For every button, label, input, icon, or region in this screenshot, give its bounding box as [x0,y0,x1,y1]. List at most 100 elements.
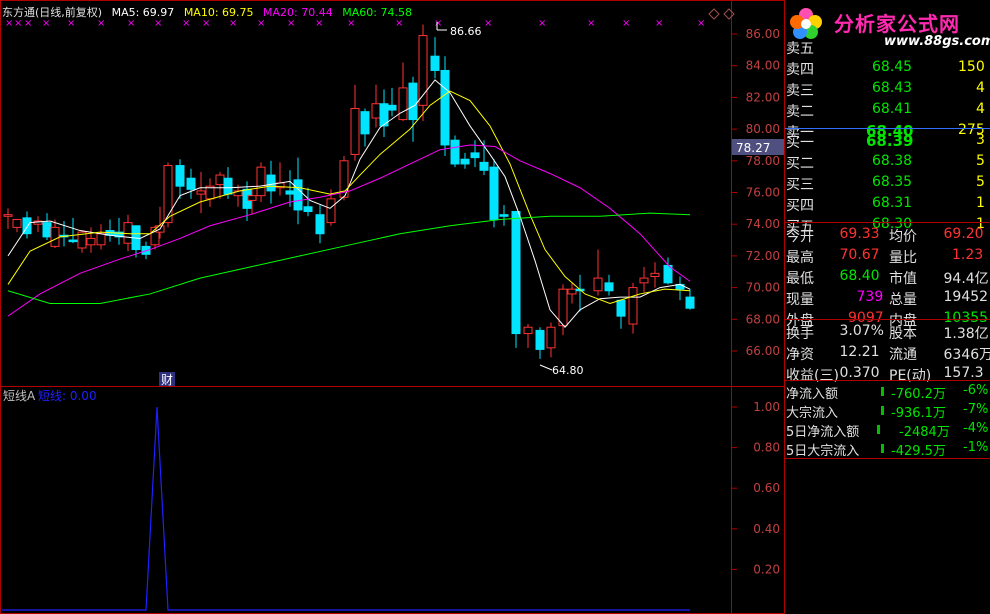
order-label: 卖三 [786,83,814,99]
candle-down [42,222,52,238]
candle-down [360,111,370,135]
candle-down [479,161,489,171]
candle-up [256,166,266,197]
quote-label: 总量 [889,292,917,308]
order-label: 买四 [786,198,814,214]
candle-up [50,226,60,247]
order-price: 68.38 [872,153,913,169]
candle-down [223,177,233,195]
ma-legend: 东方通(日线,前复权) MA5: 69.97 MA10: 69.75 MA20:… [2,4,418,20]
quote-label: 最低 [786,271,814,287]
buy-level-row[interactable]: 买三 68.35 5 [785,173,990,194]
indicator-title: 短线A [3,389,36,403]
order-label: 买一 [786,135,814,151]
order-price: 68.39 [866,132,914,150]
fundamental-label: 换手 [786,326,814,342]
flow-bar [881,444,884,453]
order-label: 卖五 [786,41,814,57]
sell-level-row[interactable]: 卖二 68.41 4 [785,100,990,121]
flow-bar [881,387,884,396]
fund-flow-row[interactable]: 5日净流入额 -2484万 -4% [785,420,990,440]
candle-down [175,165,185,187]
indicator-tick-label: 0.20 [753,562,780,576]
divider [785,458,990,459]
x-marker: × [484,18,492,29]
flow-value: -760.2万 [891,387,946,402]
candle-down [266,174,276,192]
quote-value: 19452 [943,289,989,305]
order-label: 买二 [786,156,814,172]
candle-down [315,214,325,235]
buy-level-row[interactable]: 买四 68.31 1 [785,194,990,215]
x-marker: × [655,18,663,29]
x-marker: × [697,18,705,29]
buy-level-row[interactable]: 买一 68.39 3 [785,131,990,152]
candle-down [460,158,470,165]
quote-value: 68.40 [839,268,880,284]
price-tick-label: 86.00 [746,27,780,41]
main-chart-frame [0,0,785,387]
fundamental-label: 净资 [786,347,814,363]
fundamental-value: 12.21 [839,344,880,360]
candle-down [604,282,614,292]
fund-flow-row[interactable]: 5日大宗流入 -429.5万 -1% [785,439,990,459]
sell-level-row[interactable]: 卖三 68.43 4 [785,79,990,100]
candle-up [12,218,22,228]
order-volume: 150 [958,59,985,75]
price-tick-label: 82.00 [746,90,780,104]
quote-label: 今开 [786,229,814,245]
candle-down [616,299,626,317]
ma10-line [7,90,691,304]
candle-up [650,272,660,278]
candle-up [86,237,96,246]
order-volume: 4 [976,80,985,96]
candle-up [371,103,381,119]
quote-label: 均价 [889,229,917,245]
flow-label: 5日净流入额 [786,425,860,440]
flow-percent: -7% [963,402,989,417]
quote-label: 现量 [786,292,814,308]
candle-down [535,329,545,350]
fundamental-row[interactable]: 净资 12.21 流通 6346万 [785,343,990,364]
fund-flow-row[interactable]: 大宗流入 -936.1万 -7% [785,401,990,421]
divider [785,319,990,320]
flow-value: -429.5万 [891,444,946,459]
candle-down [430,55,440,71]
indicator-tick-label: 1.00 [753,400,780,414]
low-price-label: 64.80 [552,364,584,377]
indicator-frame [0,386,785,614]
quote-value: 1.23 [952,247,984,263]
candle-up [196,190,206,195]
buy-level-row[interactable]: 买二 68.38 5 [785,152,990,173]
quote-label: 量比 [889,250,917,266]
quote-label: 最高 [786,250,814,266]
fundamental-value: 6346万 [943,347,990,363]
diamond-icon [708,8,720,20]
order-price: 68.35 [872,174,913,190]
candle-down [499,214,509,217]
quote-row[interactable]: 最低 68.40 市值 94.4亿 [785,267,990,288]
order-volume: 3 [976,132,985,148]
candle-up [96,233,106,246]
quote-row[interactable]: 现量 739 总量 19452 [785,288,990,309]
candle-down [408,82,418,121]
candle-up [593,277,603,292]
indicator-tick-label: 0.60 [753,481,780,495]
fundamental-value: 3.07% [839,323,884,339]
candle-down [685,296,695,309]
order-label: 卖四 [786,62,814,78]
candle-up [215,174,225,186]
candle-down [68,239,78,243]
sell-level-row[interactable]: 卖五 [785,37,990,58]
candle-down [450,139,460,165]
quote-row[interactable]: 最高 70.67 量比 1.23 [785,246,990,267]
fundamental-row[interactable]: 换手 3.07% 股本 1.38亿 [785,322,990,343]
candle-down [470,152,480,159]
sell-level-row[interactable]: 卖四 68.45 150 [785,58,990,79]
flow-value: -936.1万 [891,406,946,421]
price-tick-label: 84.00 [746,59,780,73]
price-tick-label: 80.00 [746,122,780,136]
quote-row[interactable]: 今开 69.33 均价 69.20 [785,225,990,246]
fund-flow-row[interactable]: 净流入额 -760.2万 -6% [785,382,990,402]
high-price-label: 86.66 [450,25,482,38]
